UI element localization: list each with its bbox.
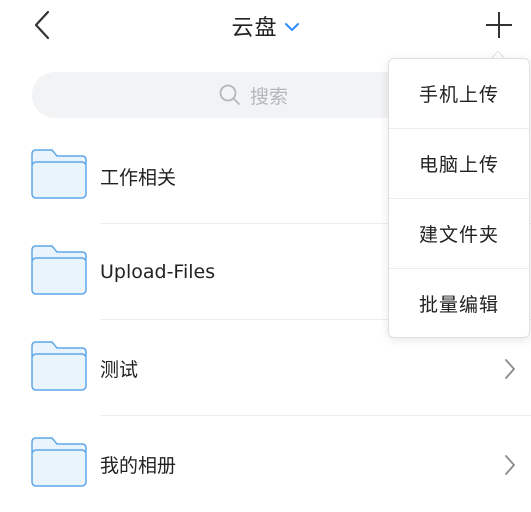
page-title: 云盘 xyxy=(231,16,278,41)
add-button[interactable] xyxy=(483,8,515,42)
menu-item-computer-upload[interactable]: 电脑上传 xyxy=(389,129,529,199)
title-area: 云盘 xyxy=(0,0,531,52)
chevron-right-icon xyxy=(505,359,515,379)
folder-icon xyxy=(31,245,87,295)
menu-item-phone-upload[interactable]: 手机上传 xyxy=(389,59,529,129)
folder-icon xyxy=(31,341,87,391)
plus-icon xyxy=(486,12,512,38)
folder-name: Upload-Files xyxy=(100,261,216,283)
title-dropdown-toggle[interactable]: 云盘 xyxy=(231,10,299,42)
chevron-down-icon xyxy=(284,23,299,31)
folder-name: 测试 xyxy=(100,358,139,381)
header-bar: 云盘 xyxy=(0,0,531,52)
back-button[interactable] xyxy=(28,8,58,42)
folder-name: 工作相关 xyxy=(100,166,177,189)
folder-icon xyxy=(31,149,87,199)
folder-name: 我的相册 xyxy=(100,454,177,477)
search-icon xyxy=(219,84,240,105)
folder-row-my-album[interactable]: 我的相册 xyxy=(0,416,531,512)
search-placeholder: 搜索 xyxy=(249,85,288,108)
folder-icon xyxy=(31,437,87,487)
search-inner: 搜索 xyxy=(218,82,288,109)
add-menu: 手机上传 电脑上传 建文件夹 批量编辑 xyxy=(388,58,530,338)
chevron-left-icon xyxy=(34,10,50,40)
menu-item-new-folder[interactable]: 建文件夹 xyxy=(389,199,529,269)
menu-item-batch-edit[interactable]: 批量编辑 xyxy=(389,269,529,338)
chevron-right-icon xyxy=(505,455,515,475)
